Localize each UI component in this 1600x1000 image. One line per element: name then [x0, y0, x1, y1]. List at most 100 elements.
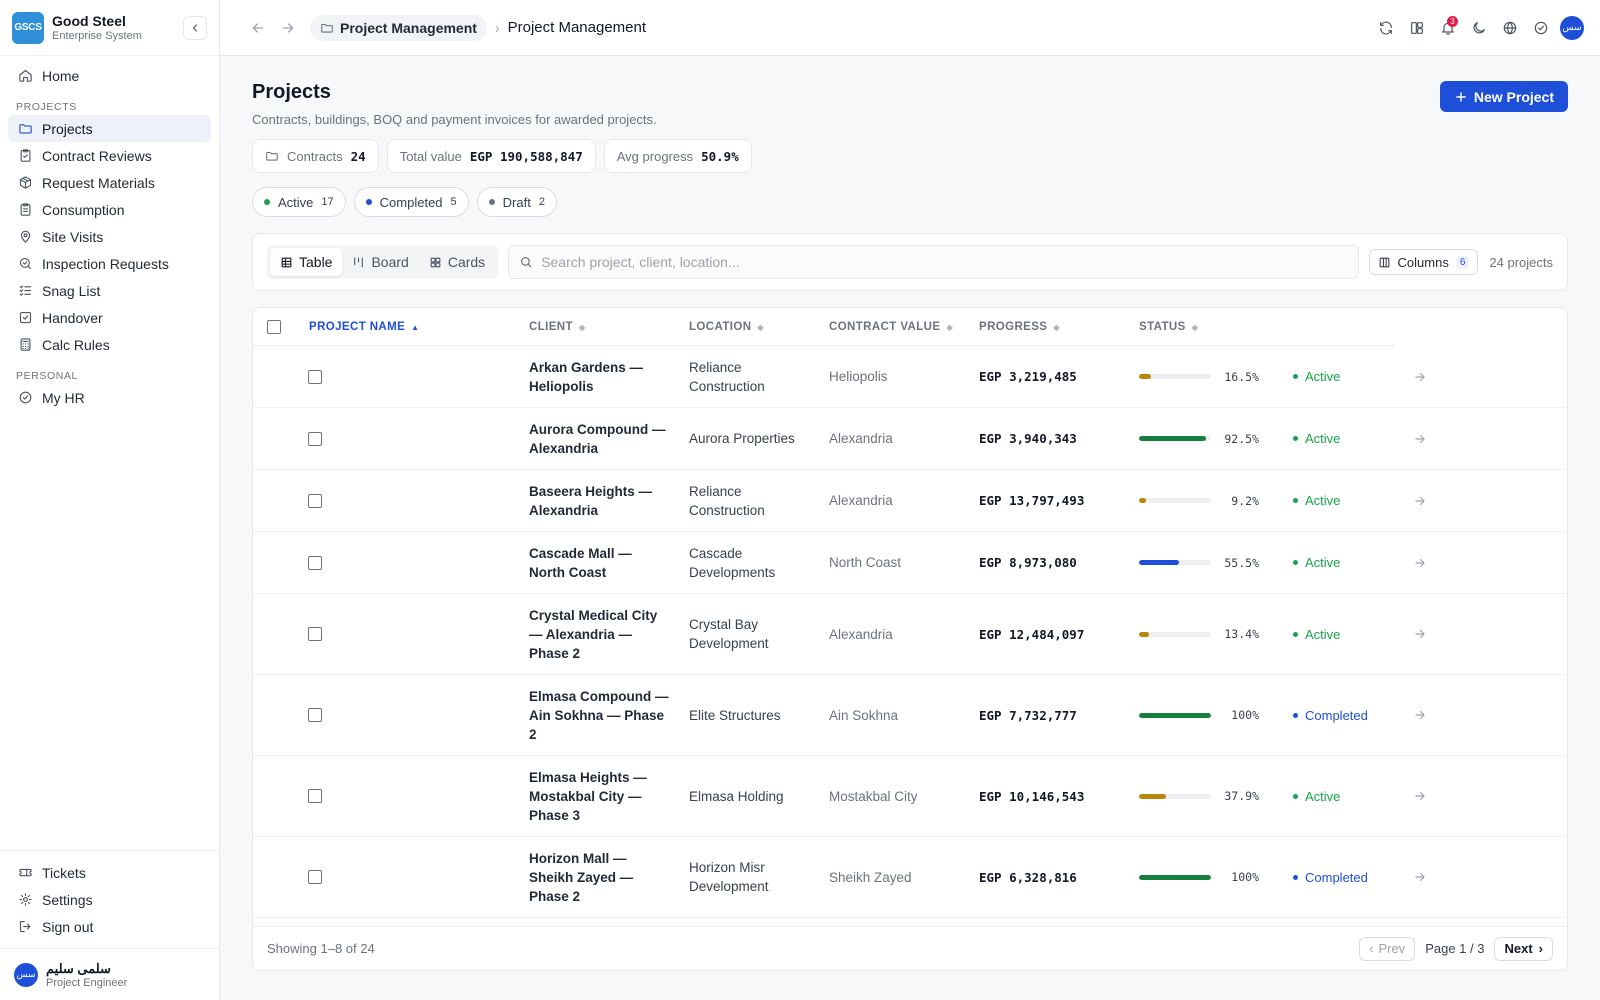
table-row[interactable]: Crystal Medical City — Alexandria — Phas… — [253, 594, 1567, 675]
sidebar-item-settings[interactable]: Settings — [8, 886, 211, 913]
project-name[interactable]: Baseera Heights — Alexandria — [529, 470, 669, 531]
sidebar-item-label: Site Visits — [42, 228, 104, 245]
sidebar-item-label: Handover — [42, 309, 103, 326]
sidebar-item-label: Contract Reviews — [42, 147, 152, 164]
view-cards-button[interactable]: Cards — [419, 248, 495, 276]
filter-label: Draft — [502, 194, 531, 210]
table-row[interactable]: Elmasa Compound — Ain Sokhna — Phase 2 El… — [253, 675, 1567, 756]
stat-label: Contracts — [287, 148, 343, 164]
sidebar-item-consumption[interactable]: Consumption — [8, 196, 211, 223]
project-name[interactable]: Arkan Gardens — Heliopolis — [529, 346, 669, 407]
row-checkbox[interactable] — [308, 369, 322, 384]
columns-button[interactable]: Columns 6 — [1368, 249, 1479, 275]
location: Alexandria — [829, 493, 893, 508]
forward-button[interactable] — [274, 14, 302, 42]
table-row[interactable]: Arkan Gardens — Heliopolis Reliance Const… — [253, 346, 1567, 408]
open-project-button[interactable] — [1413, 594, 1437, 674]
client-name: Elmasa Holding — [689, 788, 784, 804]
back-button[interactable] — [244, 14, 272, 42]
view-table-button[interactable]: Table — [270, 248, 343, 276]
row-checkbox[interactable] — [308, 627, 322, 641]
filter-chip-draft[interactable]: Draft 2 — [476, 187, 557, 217]
arrow-right-icon — [1415, 558, 1425, 567]
sidebar-item-my-hr[interactable]: My HR — [8, 384, 211, 411]
breadcrumb-module[interactable]: Project Management — [310, 14, 487, 41]
column-header-status[interactable]: STATUS ◆ — [1139, 308, 1198, 346]
table-row[interactable]: Baseera Heights — Alexandria Reliance Con… — [253, 470, 1567, 532]
notifications-button[interactable]: 3 — [1432, 14, 1463, 42]
sidebar-item-handover[interactable]: Handover — [8, 304, 211, 331]
status-badge: Completed — [1293, 837, 1393, 917]
clipboard-list-icon — [20, 203, 31, 216]
apps-button[interactable] — [1401, 14, 1432, 42]
project-name[interactable]: Cascade Mall — North Coast — [529, 532, 669, 593]
row-checkbox[interactable] — [308, 789, 322, 803]
sidebar-item-tickets[interactable]: Tickets — [8, 859, 211, 886]
search-box — [508, 245, 1359, 279]
user-avatar-button[interactable]: سس — [1560, 15, 1584, 40]
location: Alexandria — [829, 626, 893, 642]
open-project-button[interactable] — [1413, 675, 1437, 755]
filter-chip-completed[interactable]: Completed 5 — [353, 187, 469, 217]
search-input[interactable] — [541, 254, 1348, 270]
project-name[interactable]: Elmasa Compound — Ain Sokhna — Phase 2 — [529, 675, 669, 755]
row-checkbox[interactable] — [308, 870, 322, 884]
filter-chip-active[interactable]: Active 17 — [252, 187, 346, 217]
collapse-sidebar-button[interactable] — [183, 16, 207, 40]
prev-page-button[interactable]: ‹ Prev — [1359, 936, 1416, 961]
next-page-button[interactable]: Next › — [1494, 936, 1553, 961]
filter-label: Completed — [379, 194, 443, 210]
table-row[interactable]: Elmasa Heights — Mostakbal City — Phase … — [253, 756, 1567, 837]
project-name[interactable]: Horizon Mall — Sheikh Zayed — Phase 2 — [529, 837, 669, 917]
sidebar-item-calc-rules[interactable]: Calc Rules — [8, 331, 211, 358]
column-header-progress[interactable]: PROGRESS ◆ — [979, 308, 1060, 346]
folder-icon — [266, 151, 278, 161]
project-name[interactable]: Crystal Medical City — Alexandria — Phas… — [529, 594, 669, 674]
project-name[interactable]: Aurora Compound — Alexandria — [529, 408, 669, 469]
column-header-client[interactable]: CLIENT ◆ — [529, 308, 586, 346]
table-row[interactable]: Aurora Compound — Alexandria Aurora Prope… — [253, 408, 1567, 470]
column-header-contract-value[interactable]: CONTRACT VALUE ◆ — [829, 308, 953, 346]
sidebar-item-request-materials[interactable]: Request Materials — [8, 169, 211, 196]
open-project-button[interactable] — [1413, 470, 1437, 531]
sidebar-item-label: Sign out — [42, 918, 94, 935]
progress-cell: 9.2% — [1139, 470, 1269, 531]
table-header: PROJECT NAME ▲ CLIENT ◆ LOCATION ◆ CONTRACT… — [253, 308, 1395, 346]
theme-toggle[interactable] — [1463, 14, 1494, 42]
open-project-button[interactable] — [1413, 532, 1437, 593]
open-project-button[interactable] — [1413, 346, 1437, 407]
open-project-button[interactable] — [1413, 408, 1437, 469]
open-project-button[interactable] — [1413, 837, 1437, 917]
new-project-button[interactable]: New Project — [1439, 81, 1568, 112]
sidebar-item-snag-list[interactable]: Snag List — [8, 277, 211, 304]
table-row[interactable]: Horizon Mall — Sheikh Zayed — Phase 2 Hor… — [253, 837, 1567, 918]
sidebar-item-projects[interactable]: Projects — [8, 115, 211, 142]
contract-value: EGP 12,484,097 — [979, 626, 1085, 642]
sidebar-item-label: Settings — [42, 891, 93, 908]
sidebar-item-inspection-requests[interactable]: Inspection Requests — [8, 250, 211, 277]
status-badge: Active — [1293, 594, 1393, 674]
language-button[interactable] — [1494, 14, 1525, 42]
sidebar-item-home[interactable]: Home — [8, 62, 211, 89]
sidebar-item-sign-out[interactable]: Sign out — [8, 913, 211, 940]
row-checkbox[interactable] — [308, 555, 322, 570]
sidebar-item-contract-reviews[interactable]: Contract Reviews — [8, 142, 211, 169]
tasks-button[interactable] — [1525, 14, 1556, 42]
sidebar-item-site-visits[interactable]: Site Visits — [8, 223, 211, 250]
user-profile[interactable]: سس سلمى سليم Project Engineer — [0, 948, 219, 1000]
row-checkbox[interactable] — [308, 493, 322, 508]
project-name[interactable]: Elmasa Heights — Mostakbal City — Phase … — [529, 756, 669, 836]
open-project-button[interactable] — [1413, 756, 1437, 836]
column-header-location[interactable]: LOCATION ◆ — [689, 308, 764, 346]
progress-bar — [1139, 374, 1211, 379]
row-checkbox[interactable] — [308, 431, 322, 446]
client-name: Cascade Developments — [689, 545, 776, 580]
table-row[interactable]: Cascade Mall — North Coast Cascade Develo… — [253, 532, 1567, 594]
column-header-project-name[interactable]: PROJECT NAME ▲ — [309, 308, 420, 346]
view-board-button[interactable]: Board — [342, 248, 418, 276]
row-checkbox[interactable] — [308, 708, 322, 722]
status-badge: Active — [1293, 408, 1393, 469]
refresh-button[interactable] — [1370, 14, 1401, 42]
select-all-checkbox[interactable] — [267, 320, 281, 334]
notification-badge: 3 — [1447, 15, 1458, 27]
